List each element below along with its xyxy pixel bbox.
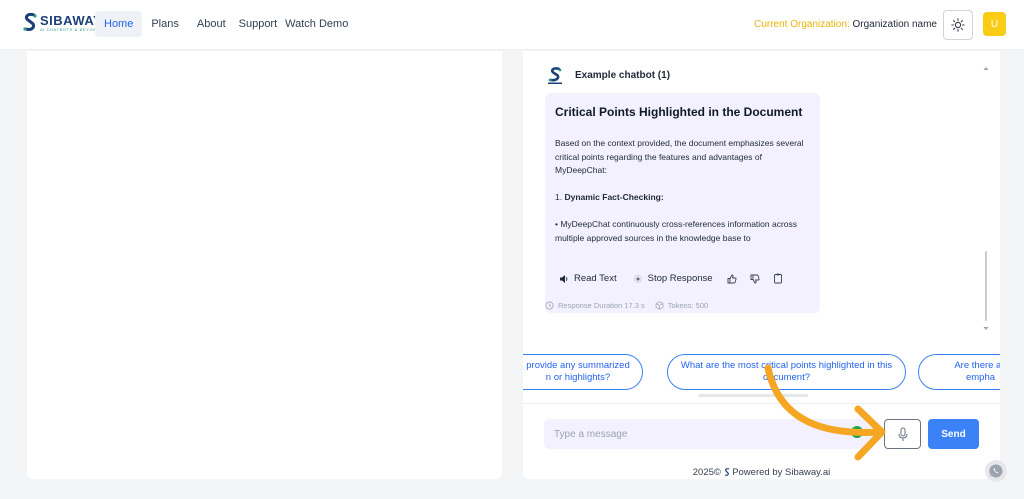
microphone-icon: [898, 427, 907, 441]
user-avatar[interactable]: U: [983, 12, 1006, 36]
clock-icon: [545, 301, 554, 310]
chatbot-header: Example chatbot (1): [545, 65, 670, 85]
suggestions-scrollbar[interactable]: [698, 394, 808, 397]
message-input[interactable]: [544, 419, 874, 449]
suggestion-chip[interactable]: Are there an empha: [918, 354, 1000, 390]
message-intro: Based on the context provided, the docum…: [555, 138, 804, 175]
suggestion-chip[interactable]: What are the most critical points highli…: [667, 354, 906, 390]
chat-scrollbar[interactable]: [983, 67, 989, 333]
message-actions: Read Text Stop Response: [559, 273, 783, 284]
org-name: Organization name: [852, 19, 938, 30]
suggestion-chip[interactable]: provide any summarized n or highlights?: [523, 354, 643, 390]
message-body: Based on the context provided, the docum…: [555, 137, 813, 259]
grammar-badge[interactable]: G: [851, 426, 863, 438]
nav-support[interactable]: Support: [235, 11, 282, 37]
thumbs-down-icon[interactable]: [750, 274, 760, 284]
token-count-text: Tokens: 500: [667, 301, 709, 310]
response-duration: Response Duration 17.3 s: [545, 301, 645, 310]
message-composer: G Send: [523, 403, 1000, 451]
stop-response-label: Stop Response: [647, 273, 713, 284]
copy-icon[interactable]: [773, 273, 783, 284]
response-duration-text: Response Duration 17.3 s: [558, 301, 645, 310]
chatbot-name: Example chatbot (1): [575, 69, 671, 81]
powered-by-footer: 2025© Powered by Sibaway.ai: [523, 467, 1000, 478]
read-text-button[interactable]: Read Text: [559, 273, 617, 284]
read-text-label: Read Text: [574, 273, 617, 284]
send-button[interactable]: Send: [928, 419, 979, 449]
point-title: Dynamic Fact-Checking:: [564, 192, 664, 202]
microphone-button[interactable]: [884, 419, 921, 449]
main-nav: Home Plans About Support Watch Demo: [95, 11, 357, 37]
speaker-icon: [560, 274, 568, 283]
stop-response-button[interactable]: Stop Response: [633, 273, 713, 284]
stop-dot-icon: [633, 274, 642, 283]
logo-tagline: AI CHATBOTS & BEYOND: [40, 26, 101, 32]
footer-year: 2025©: [692, 467, 721, 478]
thumbs-up-icon[interactable]: [727, 274, 737, 284]
cube-icon: [655, 301, 664, 310]
sibaway-logo[interactable]: SIBAWAY AI CHATBOTS & BEYOND: [22, 12, 102, 34]
sun-icon: [951, 18, 965, 32]
token-count: Tokens: 500: [655, 301, 708, 310]
suggested-questions: provide any summarized n or highlights? …: [523, 354, 1000, 396]
sibaway-logo-icon: [23, 13, 37, 31]
chatbot-avatar-icon: [548, 67, 562, 84]
message-meta: Response Duration 17.3 s Tokens: 500: [545, 301, 718, 310]
nav-home[interactable]: Home: [95, 11, 143, 37]
sibaway-mini-icon: [724, 468, 729, 476]
message-title: Critical Points Highlighted in the Docum…: [555, 105, 803, 119]
current-organization[interactable]: Current Organization: Organization name: [754, 19, 937, 30]
whatsapp-icon: [989, 464, 1003, 478]
scroll-up-icon[interactable]: [983, 66, 989, 71]
bot-message: Critical Points Highlighted in the Docum…: [545, 93, 820, 313]
theme-toggle-button[interactable]: [943, 10, 973, 40]
nav-about[interactable]: About: [188, 11, 235, 37]
logo-name: SIBAWAY: [40, 12, 103, 28]
point-number: 1.: [555, 192, 563, 202]
message-point: 1. Dynamic Fact-Checking:: [555, 191, 813, 205]
document-panel: [27, 51, 502, 479]
nav-plans[interactable]: Plans: [142, 11, 188, 37]
message-bullet: • MyDeepChat continuously cross-referenc…: [555, 219, 798, 243]
scroll-down-icon[interactable]: [983, 326, 989, 331]
whatsapp-chat-button[interactable]: [985, 460, 1007, 482]
nav-watch-demo[interactable]: Watch Demo: [281, 11, 357, 37]
top-header: SIBAWAY AI CHATBOTS & BEYOND Home Plans …: [0, 0, 1024, 50]
scroll-thumb[interactable]: [985, 251, 987, 321]
footer-text: Powered by Sibaway.ai: [732, 467, 831, 478]
org-label: Current Organization:: [754, 19, 850, 30]
chat-panel: Example chatbot (1) Critical Points High…: [523, 51, 1000, 479]
